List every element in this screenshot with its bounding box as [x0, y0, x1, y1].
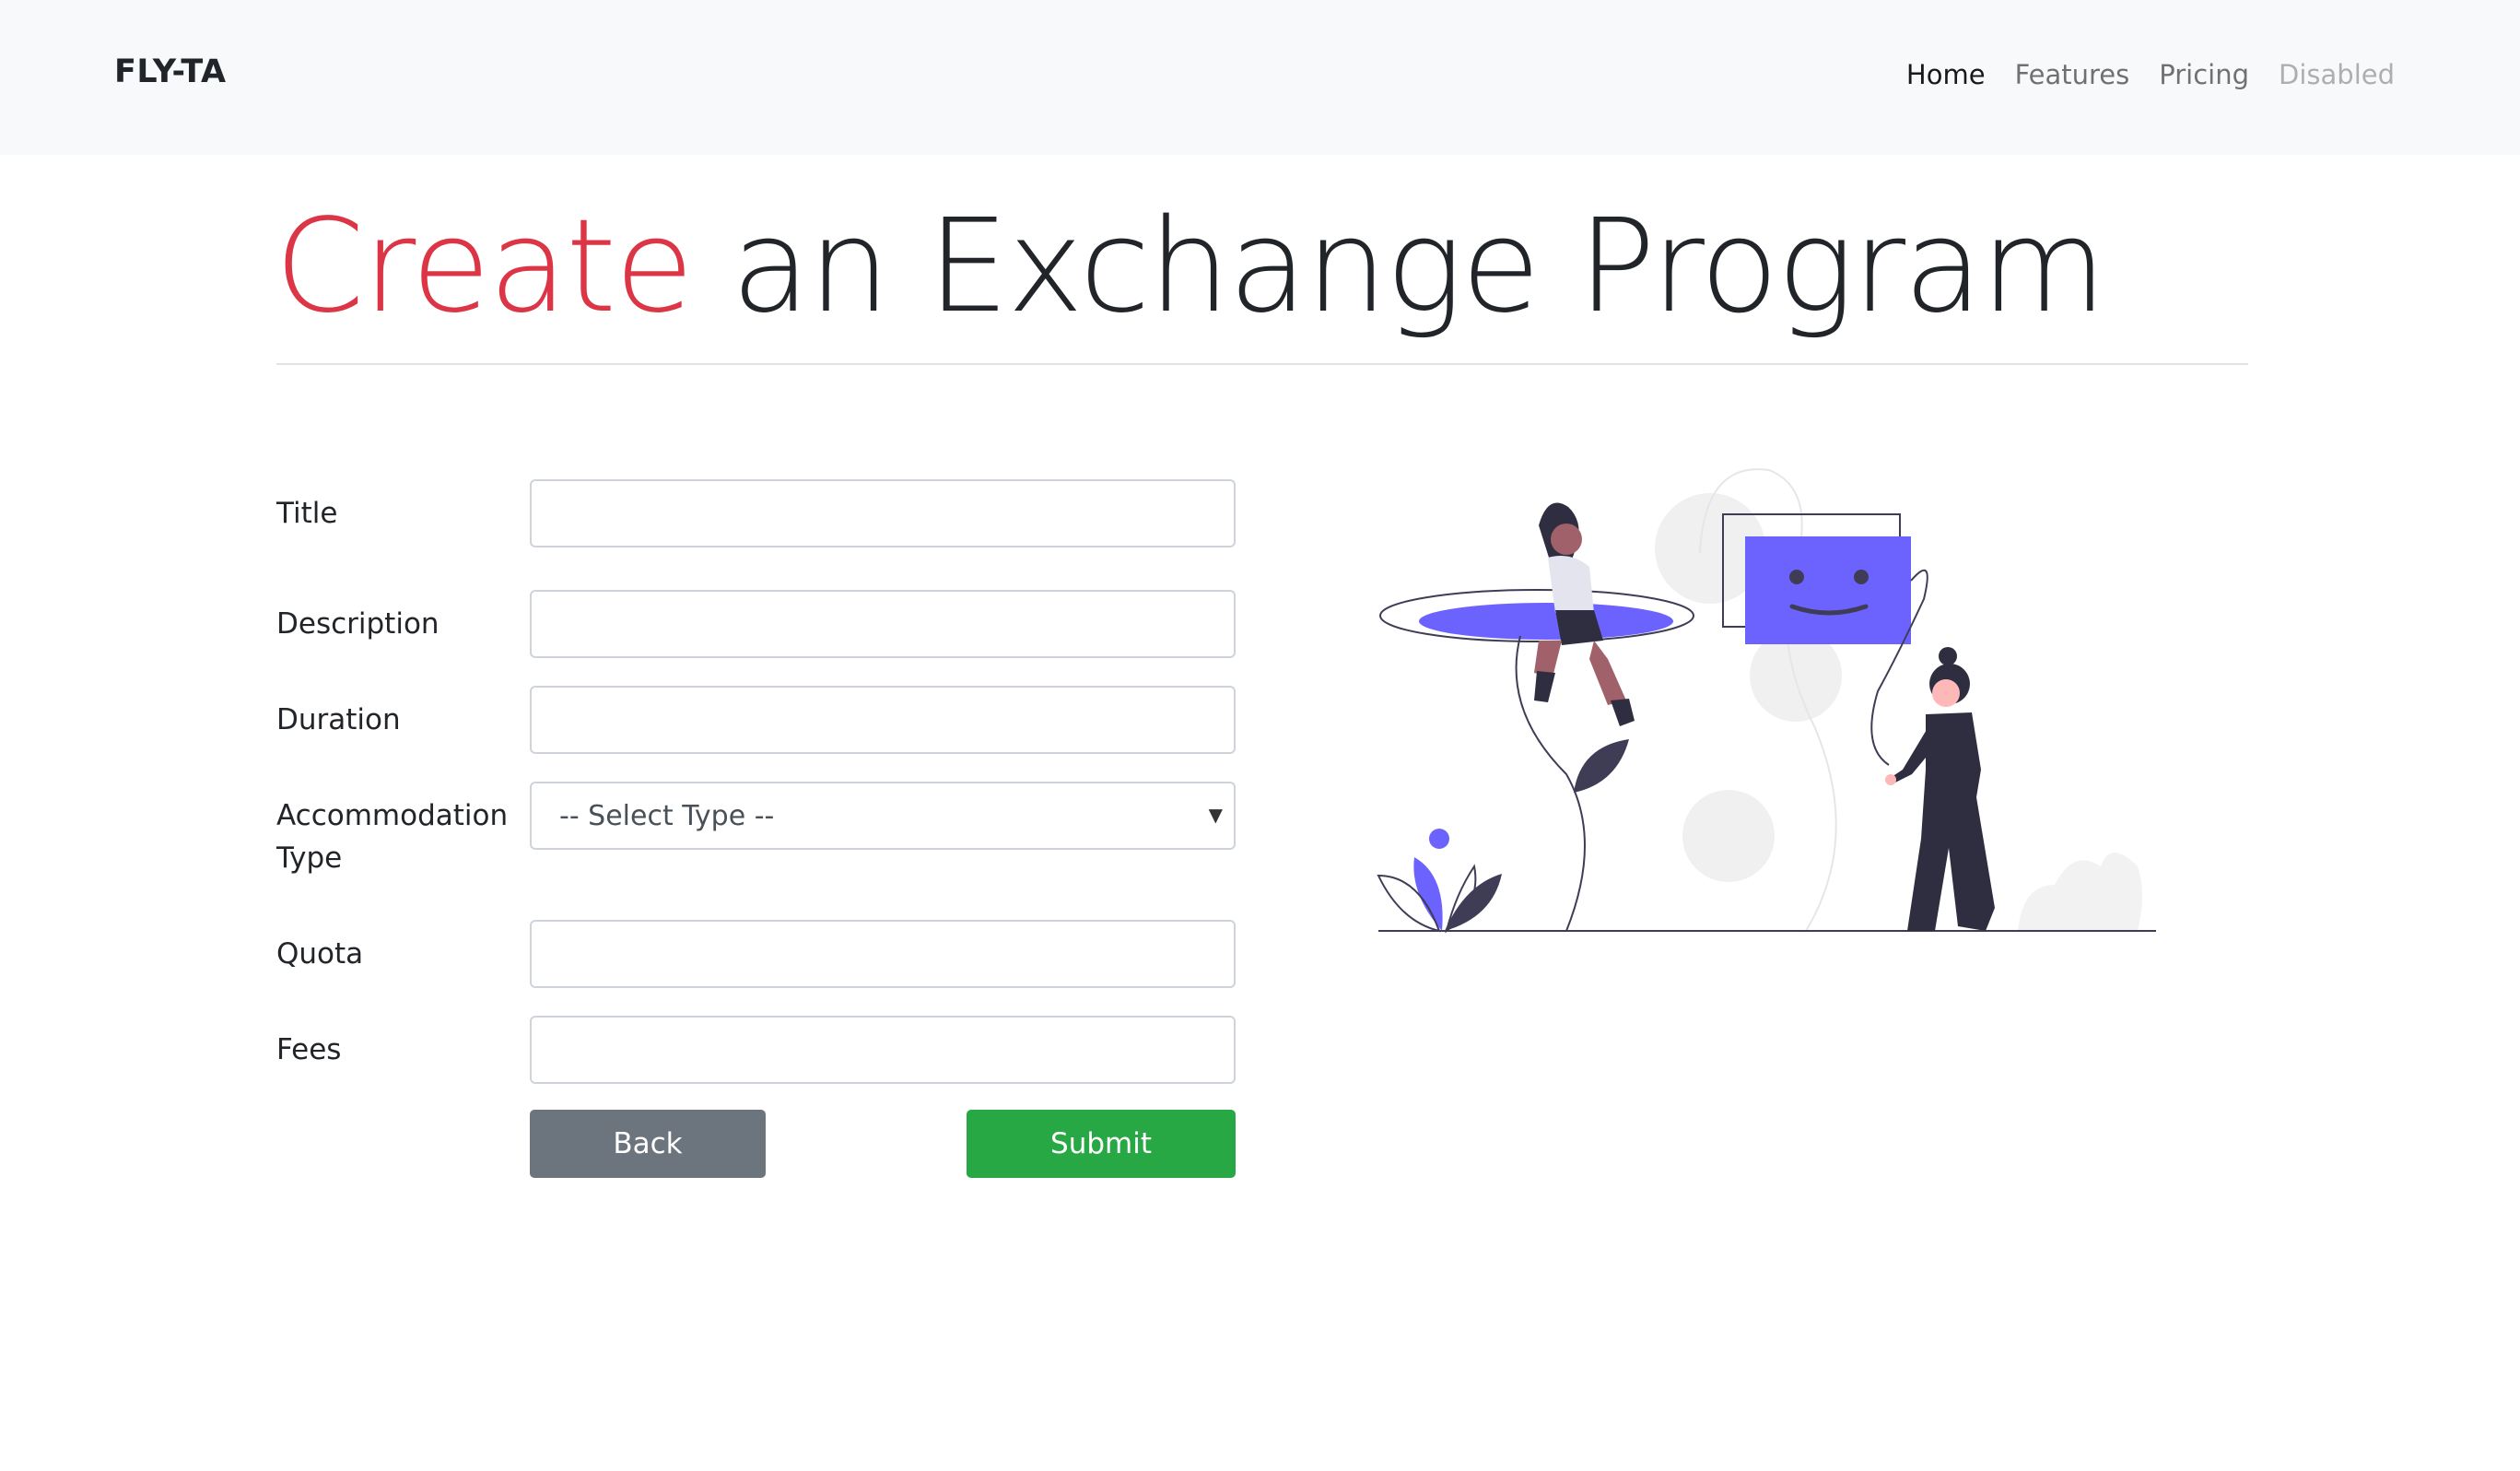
message-box-fill — [1745, 536, 1911, 644]
accommodation-type-select[interactable]: -- Select Type -- ▼ — [530, 782, 1236, 850]
fees-input[interactable] — [530, 1016, 1236, 1084]
exchange-illustration — [1377, 468, 2156, 934]
description-label: Description — [276, 607, 440, 641]
woman-shoe — [1534, 671, 1555, 702]
woman-face — [1932, 679, 1960, 707]
flower-petal — [1445, 874, 1502, 931]
woman-bun — [1939, 647, 1957, 665]
back-button[interactable]: Back — [530, 1110, 766, 1178]
woman-leg — [1589, 641, 1626, 705]
face-eye — [1789, 570, 1804, 584]
nav-link-features[interactable]: Features — [2015, 59, 2130, 90]
accommodation-label-line1: Accommodation — [276, 799, 509, 832]
portal-fill — [1419, 603, 1673, 640]
background-circle — [1682, 790, 1775, 882]
duration-label: Duration — [276, 703, 401, 736]
page-title-accent: Create — [275, 192, 694, 342]
page-title-rest: an Exchange Program — [692, 192, 2107, 342]
accommodation-type-selected-value: -- Select Type -- — [559, 800, 775, 832]
quota-label: Quota — [276, 937, 364, 971]
fees-label: Fees — [276, 1033, 342, 1066]
nav-link-pricing[interactable]: Pricing — [2159, 59, 2249, 90]
woman-shoe — [1611, 699, 1635, 726]
brand-logo[interactable]: FLY-TA — [114, 53, 227, 90]
accommodation-label-line2: Type — [276, 841, 343, 875]
title-divider — [276, 363, 2248, 365]
submit-button[interactable]: Submit — [967, 1110, 1236, 1178]
nav-link-home[interactable]: Home — [1906, 59, 1986, 90]
chevron-down-icon: ▼ — [1208, 804, 1223, 826]
nav-links: Home Features Pricing Disabled — [1906, 59, 2395, 90]
duration-input[interactable] — [530, 686, 1236, 754]
flower-bud — [1429, 829, 1449, 849]
title-input[interactable] — [530, 479, 1236, 547]
bush-shape — [2018, 853, 2142, 931]
woman-hand — [1885, 774, 1896, 785]
woman-face — [1551, 524, 1582, 555]
woman-shirt — [1548, 555, 1594, 613]
page-title: Create an Exchange Program — [275, 192, 2107, 342]
description-input[interactable] — [530, 590, 1236, 658]
face-eye — [1854, 570, 1869, 584]
nav-link-disabled: Disabled — [2279, 59, 2395, 90]
accommodation-type-label: Accommodation Type — [276, 794, 508, 879]
leaf-shape — [1574, 739, 1629, 793]
quota-input[interactable] — [530, 920, 1236, 988]
title-label: Title — [276, 497, 338, 530]
navbar: FLY-TA Home Features Pricing Disabled — [0, 0, 2520, 155]
